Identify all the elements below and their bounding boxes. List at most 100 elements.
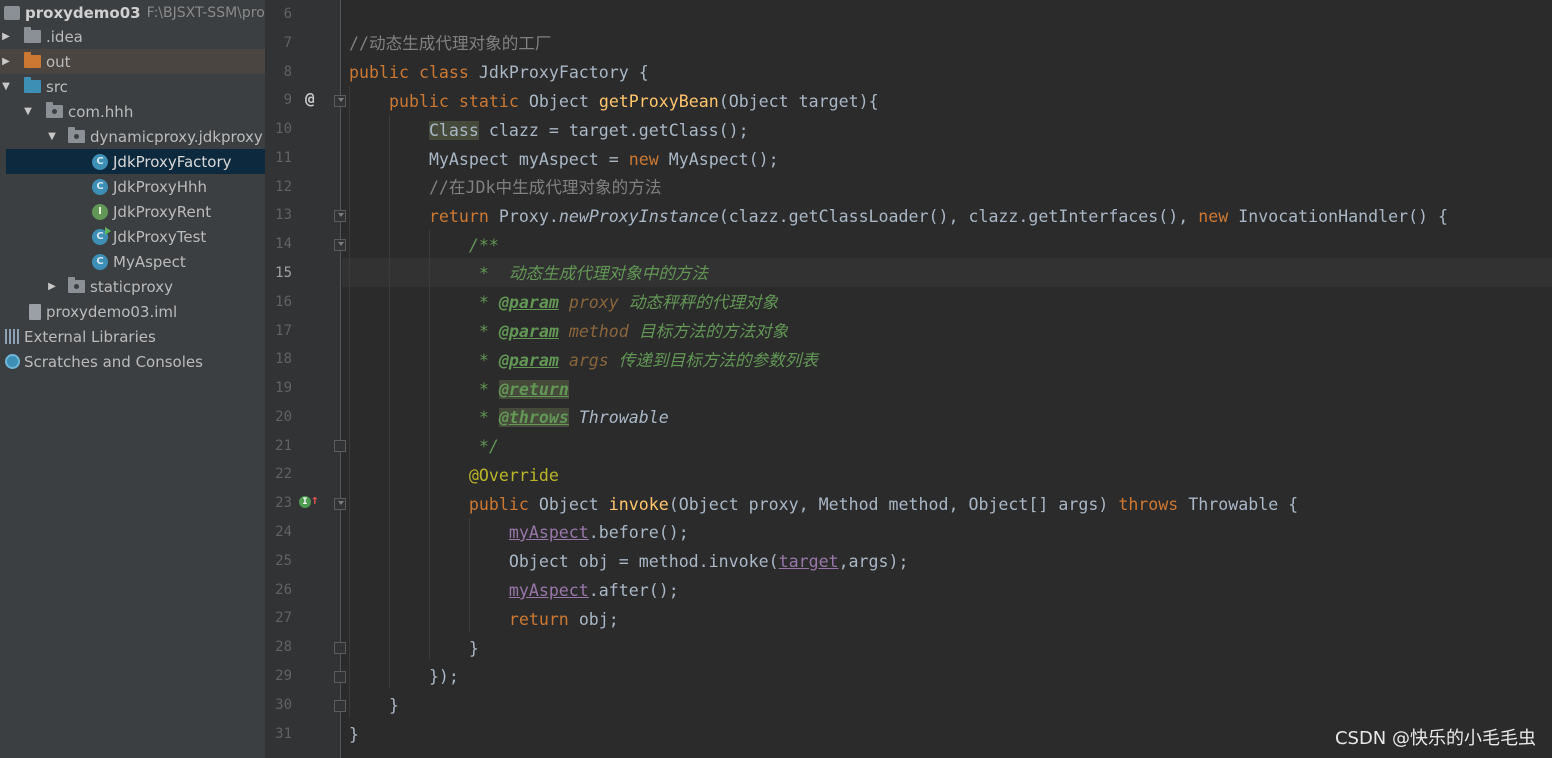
fold-end-icon[interactable] bbox=[334, 440, 346, 452]
code-line-17[interactable]: * @param method 目标方法的方法对象 bbox=[349, 317, 788, 346]
chevron-down-icon[interactable]: ▼ bbox=[46, 131, 58, 142]
line-number[interactable]: 23 bbox=[265, 489, 292, 518]
fold-collapse-icon[interactable] bbox=[334, 95, 346, 107]
code-line-22[interactable]: @Override bbox=[349, 461, 559, 490]
line-number[interactable]: 29 bbox=[265, 662, 292, 691]
code-line-30[interactable]: } bbox=[349, 691, 399, 720]
line-number[interactable]: 27 bbox=[265, 604, 292, 633]
code-line-11[interactable]: MyAspect myAspect = new MyAspect(); bbox=[349, 145, 779, 174]
line-number[interactable]: 20 bbox=[265, 403, 292, 432]
line-number[interactable]: 19 bbox=[265, 374, 292, 403]
code-line-31[interactable]: } bbox=[349, 720, 359, 749]
chevron-right-icon[interactable]: ▶ bbox=[46, 281, 58, 292]
tree-item-label: MyAspect bbox=[113, 252, 186, 271]
code-line-25[interactable]: Object obj = method.invoke(target,args); bbox=[349, 547, 909, 576]
code-line-28[interactable]: } bbox=[349, 634, 479, 663]
code-line-16[interactable]: * @param proxy 动态秤秤的代理对象 bbox=[349, 288, 778, 317]
code-line-21[interactable]: */ bbox=[349, 432, 499, 461]
chevron-right-icon[interactable]: ▶ bbox=[0, 31, 12, 42]
tree-item-idea[interactable]: ▶ .idea bbox=[0, 24, 265, 49]
javadoc: * bbox=[478, 293, 489, 312]
chevron-down-icon[interactable]: ▼ bbox=[22, 106, 34, 117]
code-line-19[interactable]: * @return bbox=[349, 375, 569, 404]
code-line-23[interactable]: public Object invoke(Object proxy, Metho… bbox=[349, 490, 1298, 519]
fold-collapse-icon[interactable] bbox=[334, 239, 346, 251]
tree-root-proxydemo03[interactable]: proxydemo03 F:\BJSXT-SSM\pro bbox=[0, 0, 265, 25]
fold-collapse-icon[interactable] bbox=[334, 210, 346, 222]
tree-item-external-libraries[interactable]: External Libraries bbox=[0, 324, 265, 349]
keyword: return bbox=[508, 610, 569, 629]
tree-item-dynamicproxy[interactable]: ▼ dynamicproxy.jdkproxy bbox=[0, 124, 265, 149]
code-line-7[interactable]: //动态生成代理对象的工厂 bbox=[349, 29, 552, 58]
line-number[interactable]: 14 bbox=[265, 230, 292, 259]
code-line-18[interactable]: * @param args 传递到目标方法的参数列表 bbox=[349, 346, 818, 375]
tree-item-class-myaspect[interactable]: C MyAspect bbox=[0, 249, 265, 274]
line-number[interactable]: 12 bbox=[265, 173, 292, 202]
chevron-down-icon[interactable]: ▼ bbox=[0, 81, 12, 92]
line-number[interactable]: 30 bbox=[265, 691, 292, 720]
line-number[interactable]: 24 bbox=[265, 518, 292, 547]
line-number[interactable]: 9 bbox=[265, 86, 292, 115]
javadoc: 动态生成代理对象中的方法 bbox=[488, 264, 708, 283]
line-number[interactable]: 11 bbox=[265, 144, 292, 173]
line-number[interactable]: 21 bbox=[265, 432, 292, 461]
statement: Proxy. bbox=[498, 207, 559, 226]
line-number[interactable]: 8 bbox=[265, 58, 292, 87]
tree-item-class-jdkproxytest[interactable]: C JdkProxyTest bbox=[0, 224, 265, 249]
code-line-9[interactable]: public static Object getProxyBean(Object… bbox=[349, 87, 879, 116]
code-line-15[interactable]: * 动态生成代理对象中的方法 bbox=[349, 259, 708, 288]
implementing-method-icon[interactable]: @ bbox=[305, 89, 315, 108]
line-number[interactable]: 22 bbox=[265, 460, 292, 489]
code-line-20[interactable]: * @throws Throwable bbox=[349, 403, 669, 432]
tree-item-iml[interactable]: proxydemo03.iml bbox=[0, 299, 265, 324]
statement: Throwable { bbox=[1188, 495, 1299, 514]
method-name: getProxyBean bbox=[598, 92, 719, 111]
annotation: @Override bbox=[468, 466, 559, 485]
fold-end-icon[interactable] bbox=[334, 700, 346, 712]
tree-item-class-jdkproxyfactory[interactable]: C JdkProxyFactory bbox=[6, 149, 265, 174]
line-number[interactable]: 25 bbox=[265, 547, 292, 576]
tree-item-staticproxy[interactable]: ▶ staticproxy bbox=[0, 274, 265, 299]
code-line-26[interactable]: myAspect.after(); bbox=[349, 576, 679, 605]
code-line-27[interactable]: return obj; bbox=[349, 605, 619, 634]
tree-item-label: JdkProxyFactory bbox=[113, 152, 232, 171]
tree-item-scratches[interactable]: Scratches and Consoles bbox=[0, 349, 265, 374]
line-number[interactable]: 10 bbox=[265, 115, 292, 144]
javadoc-tag: @param bbox=[498, 351, 559, 370]
keyword: new bbox=[628, 150, 659, 169]
code-line-8[interactable]: public class JdkProxyFactory { bbox=[349, 58, 649, 87]
tree-item-com-hhh[interactable]: ▼ com.hhh bbox=[0, 99, 265, 124]
line-number[interactable]: 17 bbox=[265, 317, 292, 346]
code-line-13[interactable]: return Proxy.newProxyInstance(clazz.getC… bbox=[349, 202, 1448, 231]
keyword: static bbox=[458, 92, 519, 111]
tree-item-out[interactable]: ▶ out bbox=[0, 49, 265, 74]
code-line-12[interactable]: //在JDk中生成代理对象的方法 bbox=[349, 173, 661, 202]
keyword: public bbox=[468, 495, 529, 514]
chevron-right-icon[interactable]: ▶ bbox=[0, 56, 12, 67]
line-number[interactable]: 18 bbox=[265, 345, 292, 374]
tree-item-class-jdkproxyhhh[interactable]: C JdkProxyHhh bbox=[0, 174, 265, 199]
line-number[interactable]: 13 bbox=[265, 201, 292, 230]
interface-icon: I bbox=[92, 203, 108, 220]
tree-item-src[interactable]: ▼ src bbox=[0, 74, 265, 99]
override-method-icon[interactable]: I ↑ bbox=[299, 493, 319, 508]
line-number[interactable]: 16 bbox=[265, 288, 292, 317]
fold-end-icon[interactable] bbox=[334, 642, 346, 654]
line-number[interactable]: 15 bbox=[265, 259, 292, 288]
code-line-14[interactable]: /** bbox=[349, 231, 499, 260]
line-number[interactable]: 31 bbox=[265, 720, 292, 749]
code-line-24[interactable]: myAspect.before(); bbox=[349, 518, 689, 547]
args: (clazz.getClassLoader(), clazz.getInterf… bbox=[718, 207, 1199, 226]
tree-item-label: out bbox=[46, 52, 71, 71]
fold-end-icon[interactable] bbox=[334, 671, 346, 683]
line-number[interactable]: 6 bbox=[265, 0, 292, 29]
code-line-29[interactable]: }); bbox=[349, 662, 459, 691]
code-line-10[interactable]: Class clazz = target.getClass(); bbox=[349, 116, 749, 145]
static-method: newProxyInstance bbox=[558, 207, 719, 226]
line-number[interactable]: 28 bbox=[265, 633, 292, 662]
line-number[interactable]: 7 bbox=[265, 29, 292, 58]
captured-field: myAspect bbox=[508, 523, 589, 542]
line-number[interactable]: 26 bbox=[265, 576, 292, 605]
fold-collapse-icon[interactable] bbox=[334, 498, 346, 510]
tree-item-interface-jdkproxyrent[interactable]: I JdkProxyRent bbox=[0, 199, 265, 224]
